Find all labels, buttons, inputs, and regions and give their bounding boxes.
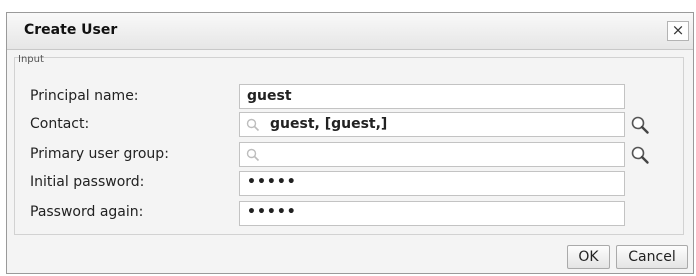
search-hint-icon xyxy=(246,148,260,162)
primary-user-group-input[interactable] xyxy=(239,142,625,167)
close-button[interactable]: × xyxy=(667,21,689,41)
dialog-title: Create User xyxy=(24,22,118,38)
principal-name-label: Principal name: xyxy=(30,88,139,104)
principal-name-value: guest xyxy=(247,88,292,104)
primary-user-group-label: Primary user group: xyxy=(30,146,169,162)
password-again-input[interactable]: ••••• xyxy=(239,201,625,226)
cancel-button[interactable]: Cancel xyxy=(616,245,688,269)
contact-label: Contact: xyxy=(30,116,90,132)
initial-password-input[interactable]: ••••• xyxy=(239,171,625,196)
password-again-label: Password again: xyxy=(30,204,144,220)
principal-name-input[interactable]: guest xyxy=(239,84,625,109)
initial-password-label: Initial password: xyxy=(30,174,145,190)
password-again-value: ••••• xyxy=(247,204,297,220)
contact-value: guest, [guest,] xyxy=(270,116,388,132)
search-hint-icon xyxy=(246,118,260,132)
initial-password-value: ••••• xyxy=(247,174,297,190)
primary-user-group-search-icon[interactable] xyxy=(629,144,651,166)
contact-search-icon[interactable] xyxy=(629,114,651,136)
fieldset-legend: Input xyxy=(18,54,44,65)
dialog-titlebar[interactable]: Create User × xyxy=(7,13,693,50)
contact-input[interactable]: guest, [guest,] xyxy=(239,112,625,137)
ok-button[interactable]: OK xyxy=(567,245,610,269)
